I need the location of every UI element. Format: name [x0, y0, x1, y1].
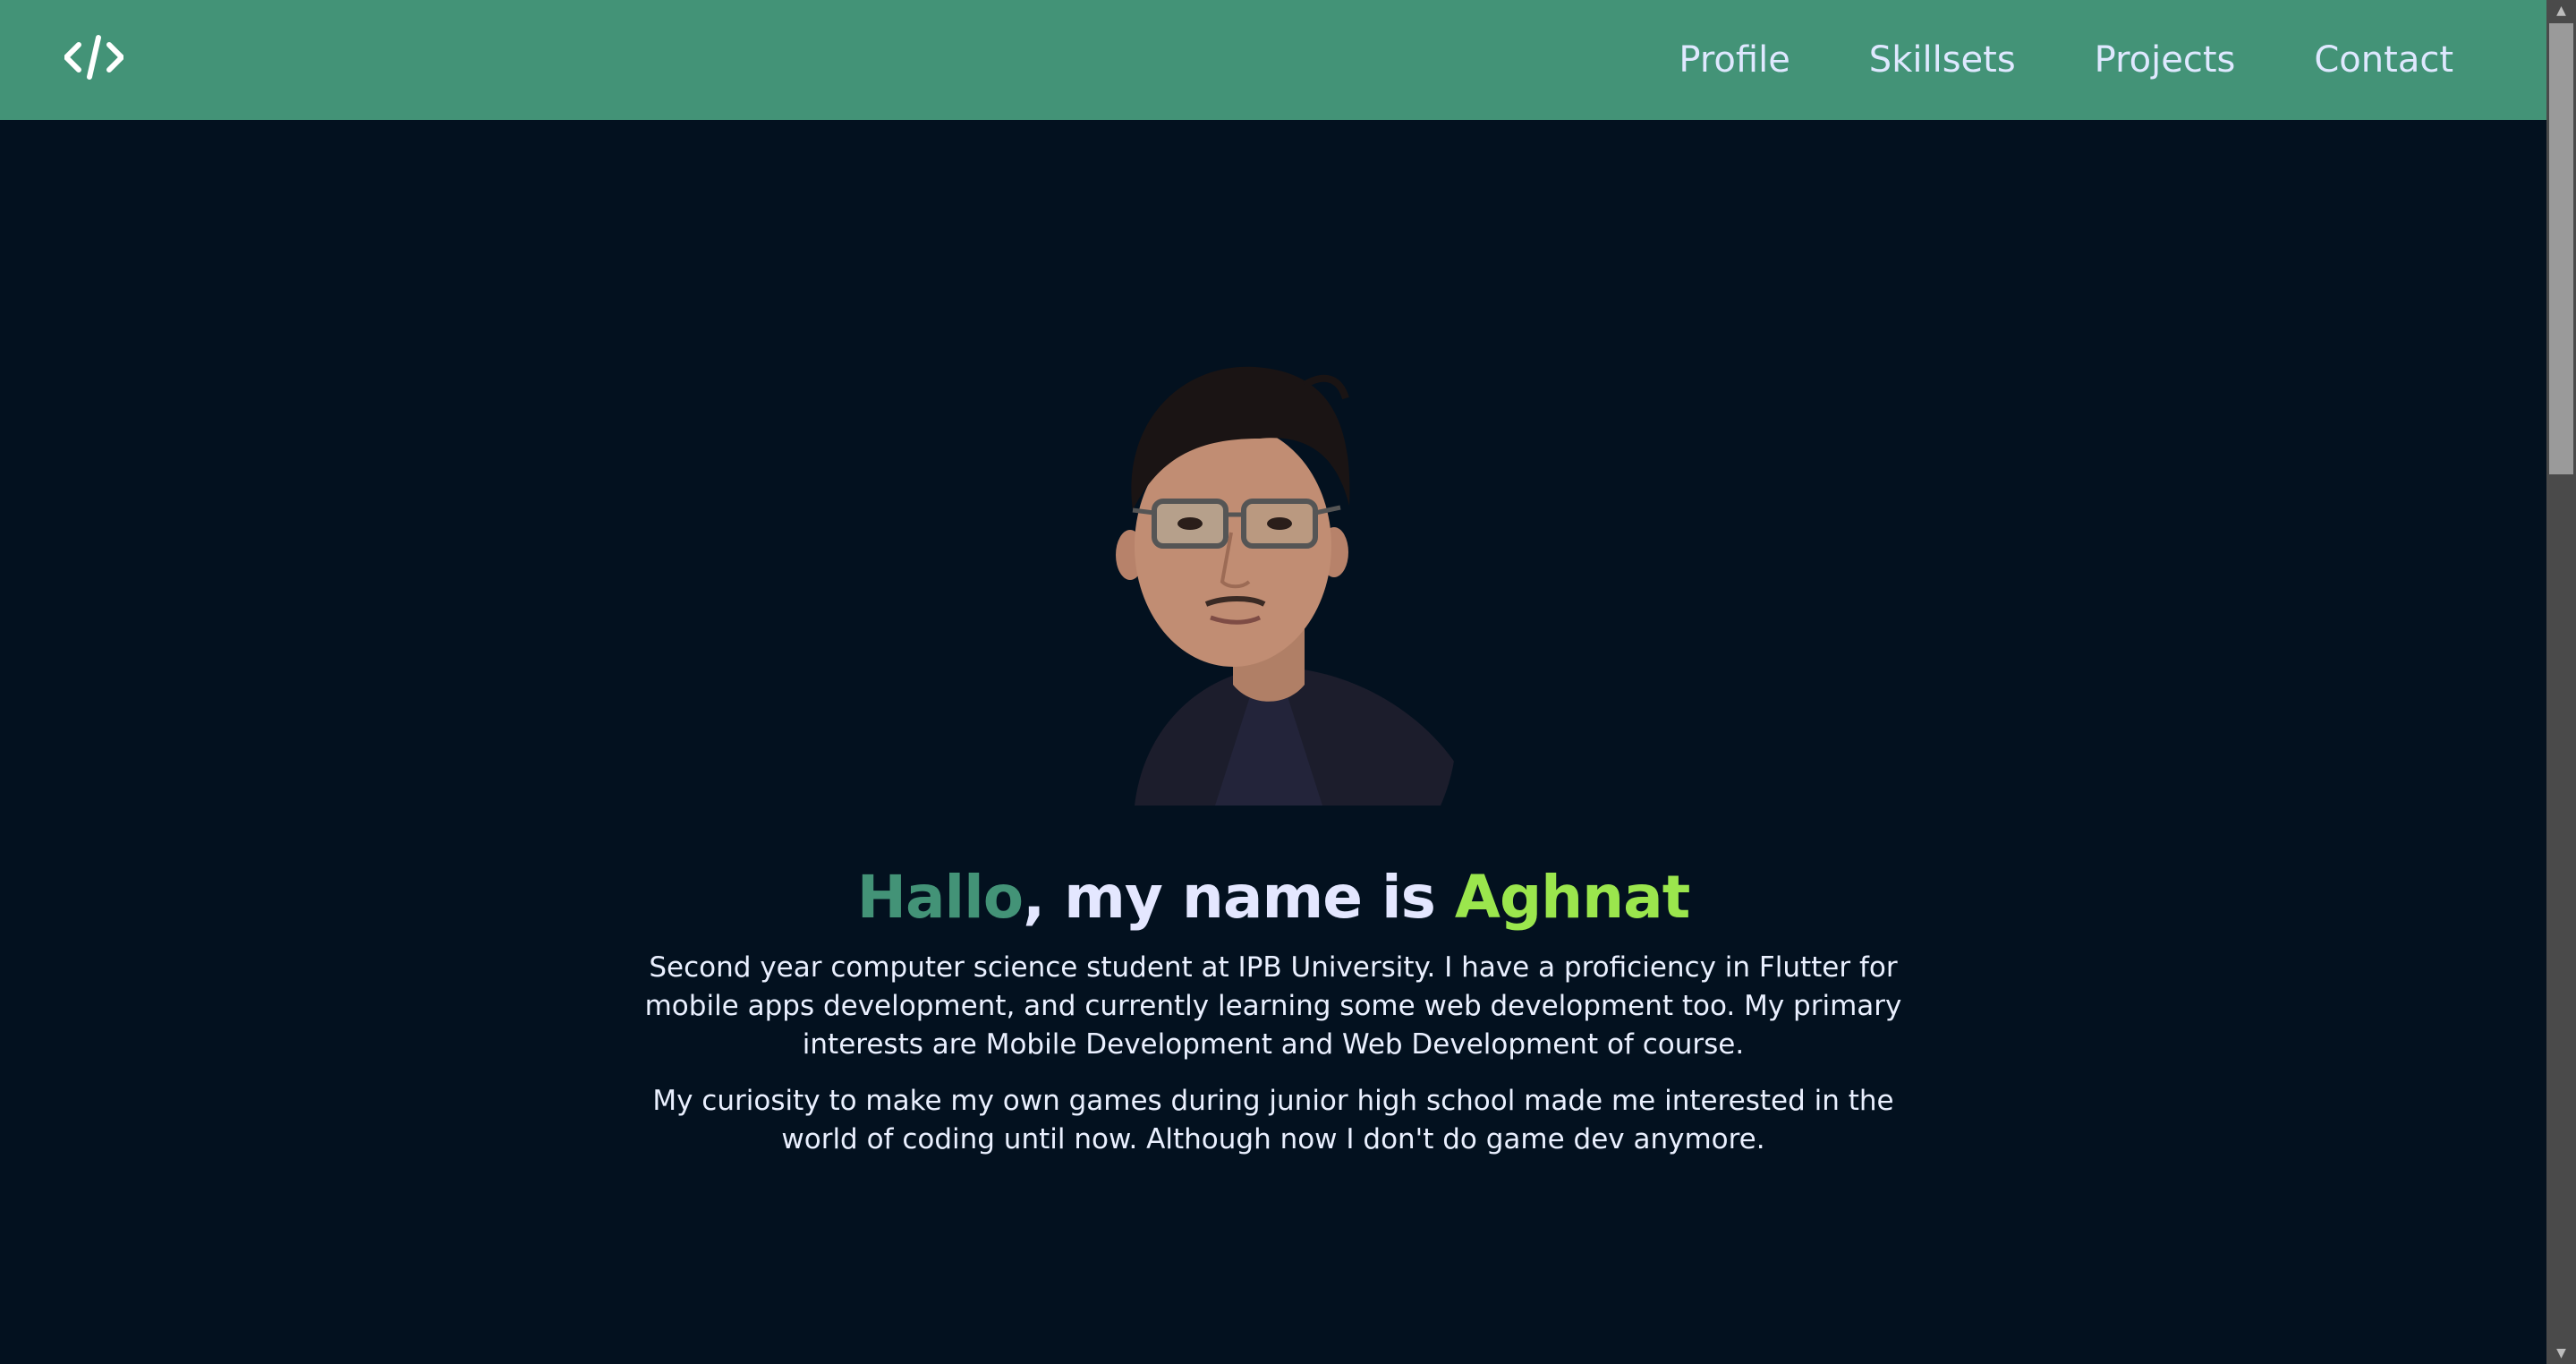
hero-greeting: Hallo: [856, 863, 1024, 933]
bio-paragraph-2: My curiosity to make my own games during…: [652, 1085, 1894, 1155]
nav-link-profile[interactable]: Profile: [1679, 39, 1790, 81]
hero-heading-middle: , my name is: [1023, 863, 1455, 933]
scroll-up-arrow-icon[interactable]: ▲: [2546, 0, 2576, 21]
hero-heading: Hallo, my name is Aghnat: [0, 863, 2546, 932]
nav-link-skillsets[interactable]: Skillsets: [1869, 39, 2016, 81]
nav-link-contact[interactable]: Contact: [2314, 39, 2453, 81]
scroll-down-arrow-icon[interactable]: ▼: [2546, 1343, 2576, 1364]
bio-paragraph-1: Second year computer science student at …: [644, 951, 1902, 1061]
scrollbar-thumb[interactable]: [2549, 23, 2573, 474]
vertical-scrollbar[interactable]: ▲ ▼: [2546, 0, 2576, 1364]
nav-link-projects[interactable]: Projects: [2095, 39, 2236, 81]
hero-name: Aghnat: [1454, 863, 1690, 933]
page: Profile Skillsets Projects Contact Hallo…: [0, 0, 2576, 1364]
profile-avatar: [1081, 354, 1457, 806]
nav-menu: Profile Skillsets Projects Contact: [1679, 0, 2453, 120]
code-brackets-icon[interactable]: [64, 32, 123, 82]
navbar: Profile Skillsets Projects Contact: [0, 0, 2546, 120]
